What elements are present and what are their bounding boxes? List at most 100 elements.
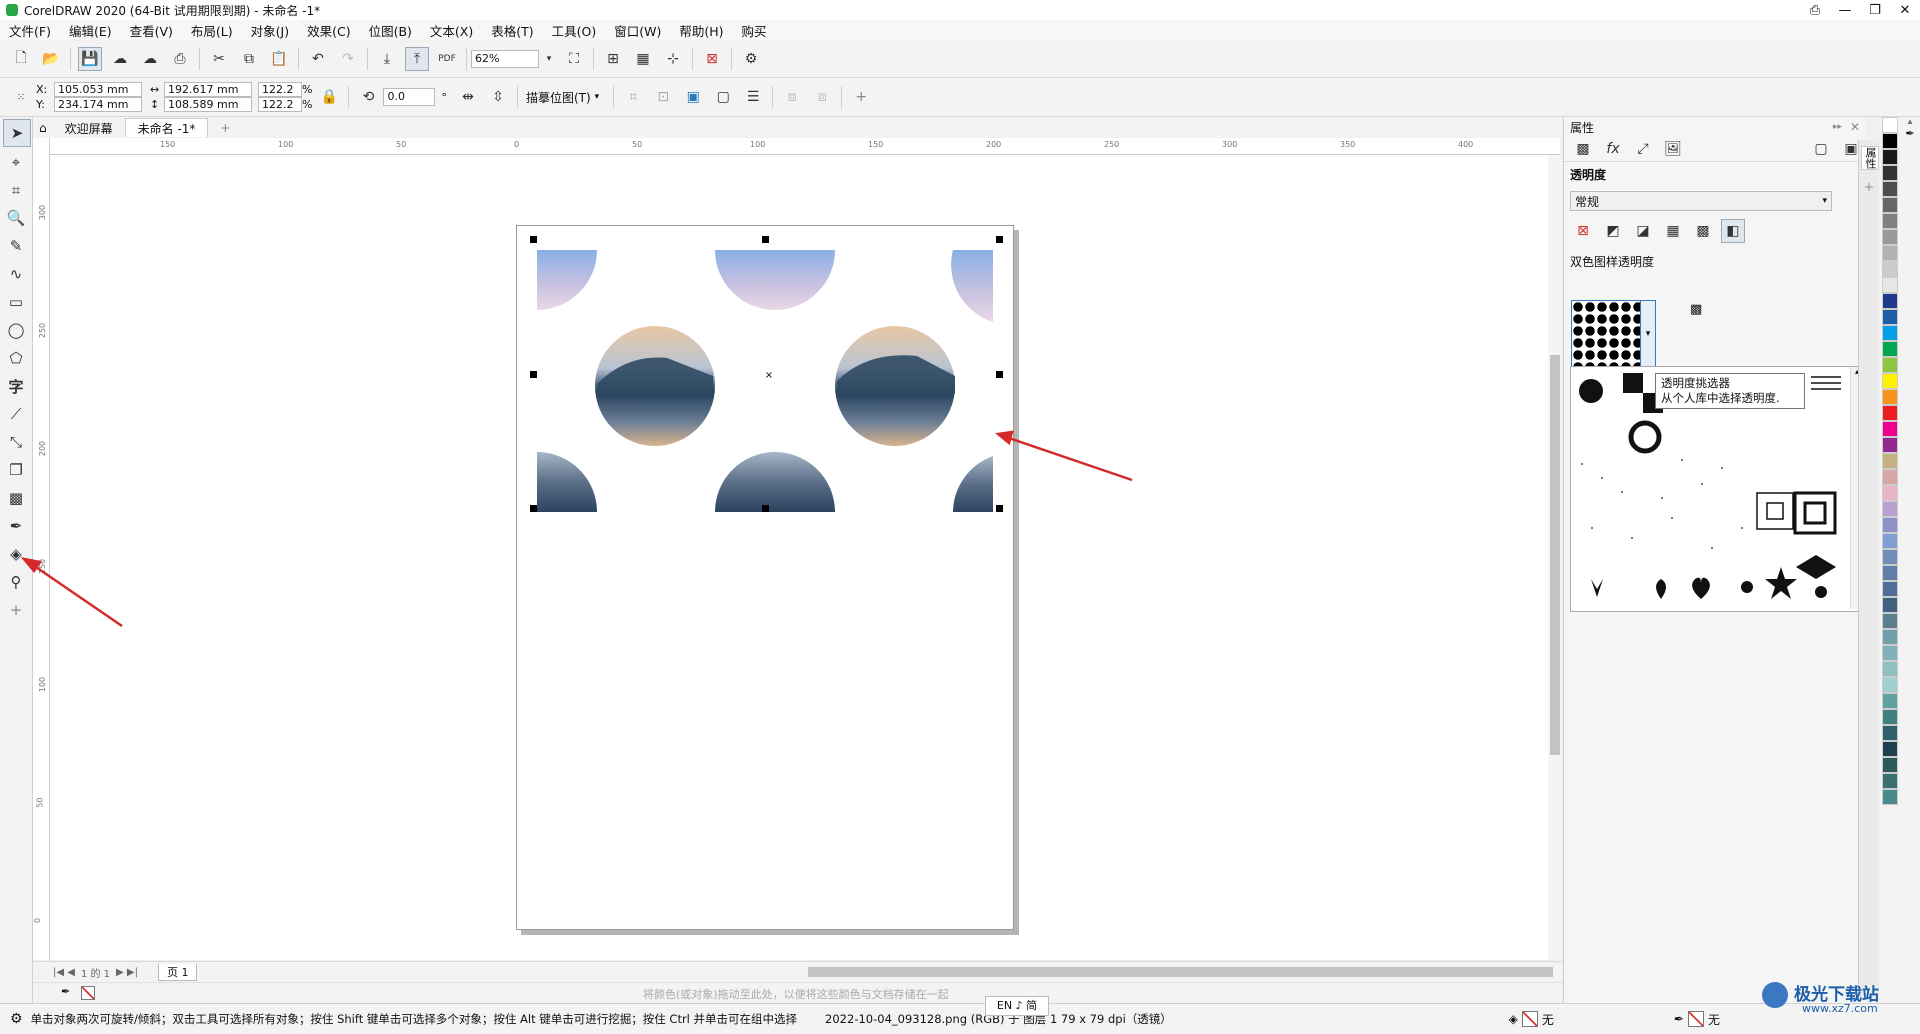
color-swatch[interactable] [1882, 133, 1898, 149]
transparency-tab-icon[interactable]: ▩ [1571, 137, 1595, 161]
color-swatch[interactable] [1882, 357, 1898, 373]
pattern-thumb-star[interactable] [1765, 567, 1797, 599]
eyedropper-icon[interactable]: ✒ [61, 985, 70, 998]
bitmap-tab-icon[interactable]: 🖼 [1661, 137, 1685, 161]
color-swatch[interactable] [1882, 773, 1898, 789]
color-swatch[interactable] [1882, 661, 1898, 677]
vertical-scroll-thumb[interactable] [1550, 355, 1560, 755]
first-page-icon[interactable]: |◀ ◀ [53, 967, 75, 978]
pattern-preview-swatch[interactable] [1571, 300, 1641, 368]
color-swatch[interactable] [1882, 261, 1898, 277]
fountain-transparency-icon[interactable]: ◪ [1631, 219, 1655, 243]
docker-tab-properties[interactable]: 属性 [1861, 146, 1879, 170]
color-swatch[interactable] [1882, 725, 1898, 741]
color-palette [1880, 117, 1900, 1003]
bitmap-pattern-transparency-icon[interactable]: ▩ [1691, 219, 1715, 243]
color-swatch[interactable] [1882, 709, 1898, 725]
page-count: 1 的 1 [80, 968, 111, 980]
frame-tab-icon[interactable]: ▢ [1809, 137, 1833, 161]
palette-eyedropper-icon[interactable]: ✒ [1900, 127, 1920, 140]
status-bar: ⚙ 单击对象两次可旋转/倾斜；双击工具可选择所有对象；按住 Shift 键单击可… [0, 1003, 1920, 1034]
next-page-icon[interactable]: ▶ ▶| [116, 967, 138, 978]
pattern-thumb-spade[interactable] [1656, 579, 1666, 599]
pattern-thumb-heart[interactable] [1692, 577, 1710, 599]
docker-side-tabs: 属性 + [1858, 140, 1879, 1000]
color-swatch[interactable] [1882, 373, 1898, 389]
effects-tab-icon[interactable]: fx [1601, 137, 1625, 161]
color-swatch[interactable] [1882, 469, 1898, 485]
page-tab[interactable]: 页 1 [157, 963, 198, 981]
merge-mode-dropdown-icon[interactable]: ▾ [1822, 196, 1827, 206]
pattern-thumb-flower[interactable] [1815, 586, 1827, 598]
color-swatch[interactable] [1882, 757, 1898, 773]
pattern-thumb-concentric[interactable] [1756, 492, 1794, 530]
docker-close-icon[interactable]: ✕ [1850, 120, 1860, 134]
docker-add-icon[interactable]: + [1859, 180, 1879, 194]
color-swatch[interactable] [1882, 213, 1898, 229]
color-swatch[interactable] [1882, 629, 1898, 645]
status-settings-icon[interactable]: ⚙ [10, 1011, 23, 1027]
color-swatch[interactable] [1882, 485, 1898, 501]
fill-indicator-icon[interactable]: ◈ [1509, 1012, 1518, 1026]
color-swatch[interactable] [1882, 165, 1898, 181]
color-swatch[interactable] [1882, 565, 1898, 581]
color-swatch[interactable] [1882, 533, 1898, 549]
color-swatch[interactable] [1882, 149, 1898, 165]
color-swatch[interactable] [1882, 421, 1898, 437]
no-color-swatch[interactable] [81, 986, 95, 1000]
color-swatch[interactable] [1882, 437, 1898, 453]
color-swatch[interactable] [1882, 693, 1898, 709]
no-transparency-icon[interactable]: ⊠ [1571, 219, 1595, 243]
color-swatch[interactable] [1882, 645, 1898, 661]
picker-tooltip: 透明度挑选器 从个人库中选择透明度. [1655, 373, 1805, 409]
color-swatch[interactable] [1882, 501, 1898, 517]
vector-pattern-transparency-icon[interactable]: ▦ [1661, 219, 1685, 243]
merge-mode-select[interactable]: 常规 [1575, 193, 1599, 210]
page-navigator-row: |◀ ◀ 1 的 1 ▶ ▶| 页 1 [33, 961, 1563, 982]
color-swatch[interactable] [1882, 453, 1898, 469]
pattern-thumb-circle[interactable] [1579, 379, 1603, 403]
color-swatch[interactable] [1882, 341, 1898, 357]
outline-label: 无 [1707, 1012, 1720, 1027]
color-swatch[interactable] [1882, 677, 1898, 693]
two-color-pattern-transparency-icon[interactable]: ◧ [1721, 219, 1745, 243]
pattern-dropdown-button[interactable]: ▾ [1640, 300, 1656, 368]
color-swatch[interactable] [1882, 229, 1898, 245]
color-swatch[interactable] [1882, 181, 1898, 197]
color-swatch[interactable] [1882, 789, 1898, 805]
color-swatch[interactable] [1882, 389, 1898, 405]
color-swatch[interactable] [1882, 245, 1898, 261]
pattern-thumb-leaf[interactable] [1591, 579, 1603, 597]
color-swatch[interactable] [1882, 741, 1898, 757]
color-swatch[interactable] [1882, 277, 1898, 293]
color-swatch[interactable] [1882, 117, 1898, 133]
summary-tab-icon[interactable]: ⤢ [1631, 137, 1655, 161]
watermark-icon [1762, 982, 1788, 1008]
watermark-logo: 极光下载站 www.xz7.com [1762, 980, 1912, 1016]
color-swatch[interactable] [1882, 309, 1898, 325]
vertical-scrollbar[interactable] [1548, 155, 1562, 960]
color-swatch[interactable] [1882, 613, 1898, 629]
palette-scroll-up-icon[interactable]: ▴ [1900, 117, 1920, 127]
pattern-thumb-square-spiral[interactable] [1793, 491, 1837, 535]
color-swatch[interactable] [1882, 325, 1898, 341]
color-swatch[interactable] [1882, 581, 1898, 597]
docker-collapse-icon[interactable]: ▸▸ [1833, 122, 1842, 132]
docker-title: 属性 [1570, 120, 1595, 135]
horizontal-scroll-thumb[interactable] [808, 967, 1553, 977]
color-swatch[interactable] [1882, 597, 1898, 613]
ime-indicator[interactable]: EN ♪ 简 [985, 996, 1049, 1016]
color-swatch[interactable] [1882, 405, 1898, 421]
color-swatch[interactable] [1882, 549, 1898, 565]
watermark-url: www.xz7.com [1802, 1002, 1878, 1015]
color-swatch[interactable] [1882, 517, 1898, 533]
pattern-thumb-ring[interactable] [1628, 420, 1662, 454]
pattern-thumb-diamond[interactable] [1796, 555, 1836, 579]
pattern-thumb-checker[interactable] [1623, 373, 1643, 393]
color-swatch[interactable] [1882, 293, 1898, 309]
color-swatch[interactable] [1882, 197, 1898, 213]
pattern-thumb-club[interactable] [1741, 581, 1753, 593]
outline-indicator-icon[interactable]: ✒ [1674, 1012, 1684, 1026]
edit-pattern-icon[interactable]: ▩ [1690, 302, 1702, 317]
uniform-transparency-icon[interactable]: ◩ [1601, 219, 1625, 243]
